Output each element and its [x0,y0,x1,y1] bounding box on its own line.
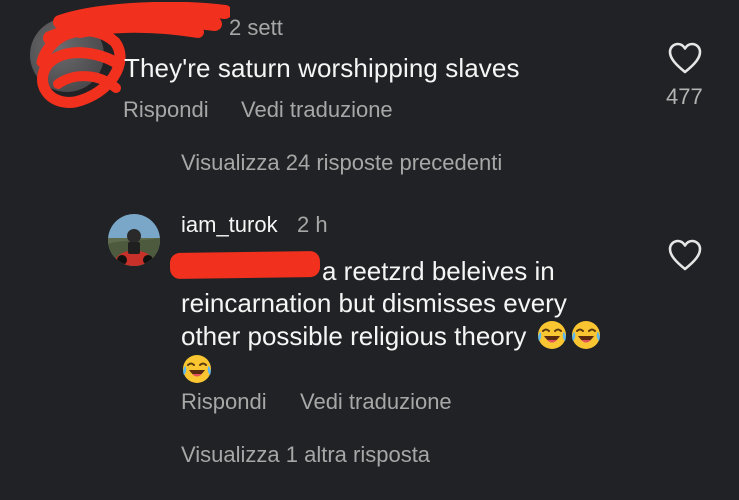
view-previous-replies-button[interactable]: Visualizza 24 risposte precedenti [181,150,502,176]
heart-icon[interactable] [667,238,703,272]
comment-text: They're saturn worshipping slaves [124,53,520,83]
laughing-emoji-icon [571,321,600,349]
commenter-avatar[interactable] [108,214,160,266]
see-translation-button[interactable]: Vedi traduzione [241,97,393,123]
comment-text-line: reincarnation but dismisses every [181,287,567,318]
view-more-replies-button[interactable]: Visualizza 1 altra risposta [181,442,430,468]
comment-text-line: other possible religious theory [181,321,527,351]
laughing-emoji-icon [537,321,566,349]
reply-button[interactable]: Rispondi [181,389,267,415]
like-count: 477 [666,84,703,109]
see-translation-button[interactable]: Vedi traduzione [300,389,452,415]
laughing-emoji-icon [183,354,211,383]
comment-text-line: a reetzrd beleives in [322,256,555,286]
commenter-username[interactable]: iam_turok [181,212,278,238]
heart-icon[interactable] [667,41,703,75]
comment-timestamp: 2 sett [229,15,283,40]
comment-text: a reetzrd beleives in reincarnation but … [181,256,621,386]
reply-button[interactable]: Rispondi [123,97,209,123]
comment-timestamp: 2 h [297,212,328,237]
